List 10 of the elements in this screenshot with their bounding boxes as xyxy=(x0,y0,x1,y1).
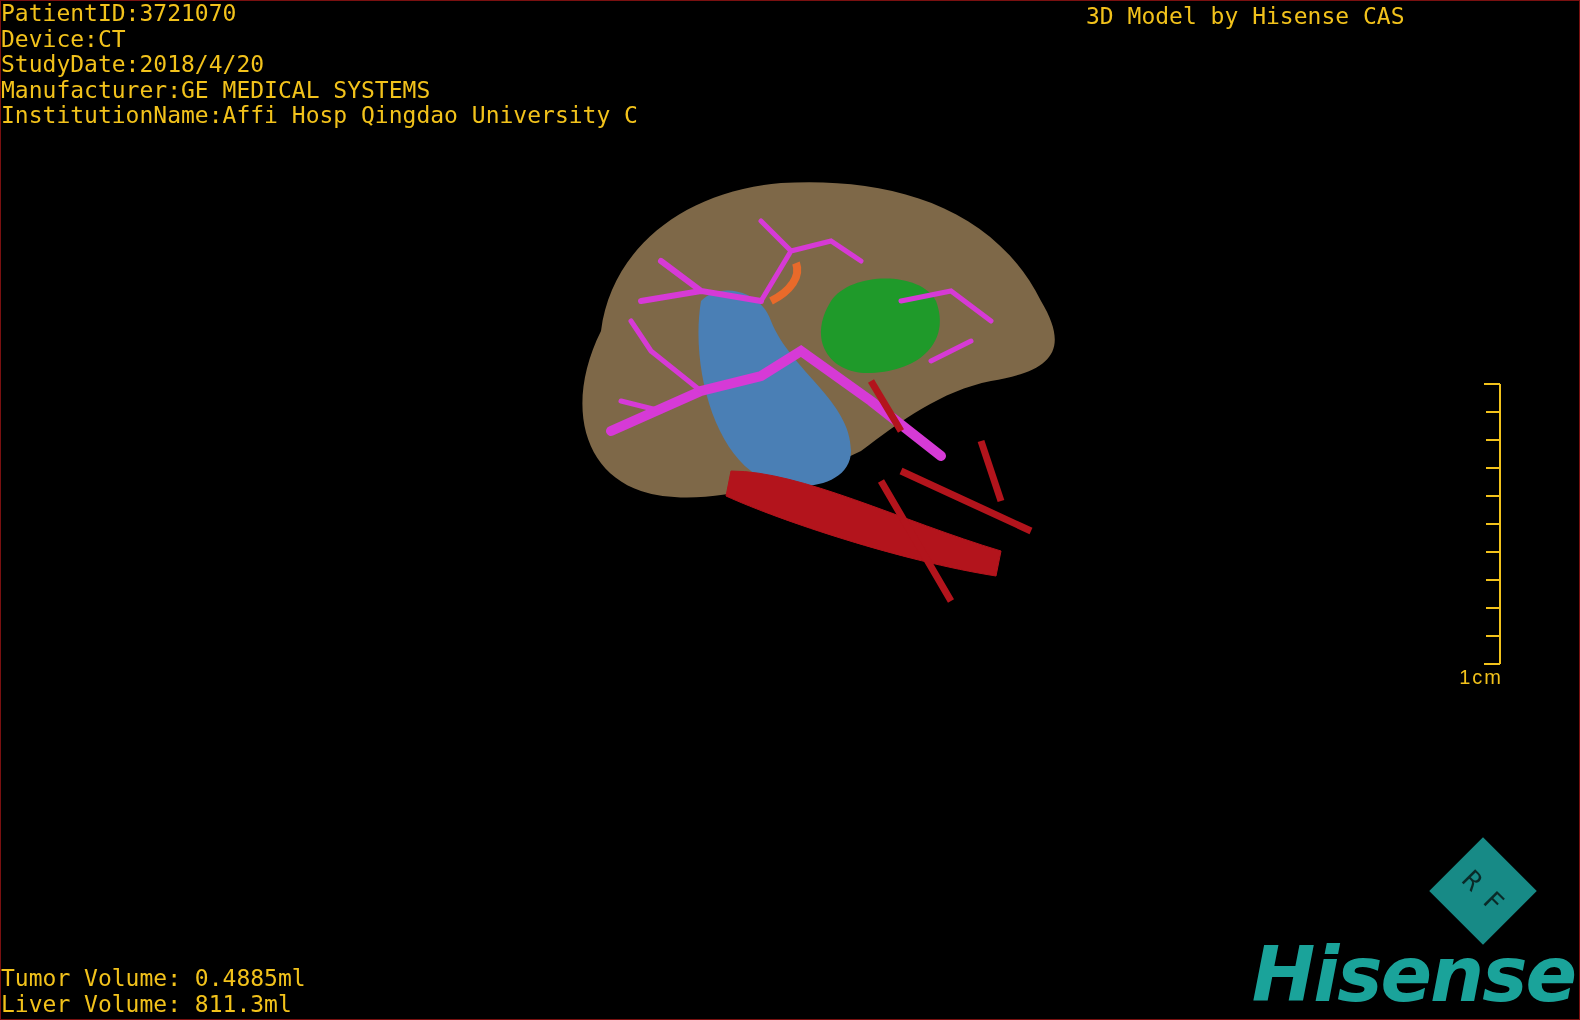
scale-label: 1cm xyxy=(1459,665,1503,689)
patient-info-text: StudyDate:2018/4/20 xyxy=(1,52,266,78)
patient-info-text: Manufacturer:GE MEDICAL SYSTEMS xyxy=(1,77,432,103)
patient-info-text: PatientID:3721070 xyxy=(1,1,238,27)
patient-info-text: InstitutionName:Affi Hosp Qingdao University C xyxy=(1,103,638,129)
patient-info-text: Device:CT xyxy=(1,26,127,52)
volume-text: Liver Volume: 811.3ml xyxy=(1,991,293,1017)
brand-logo: Hisense xyxy=(1251,937,1575,1013)
viewer-title: 3D Model by Hisense CAS xyxy=(1086,2,1405,31)
volume-text: Tumor Volume: 0.4885ml xyxy=(1,966,306,992)
